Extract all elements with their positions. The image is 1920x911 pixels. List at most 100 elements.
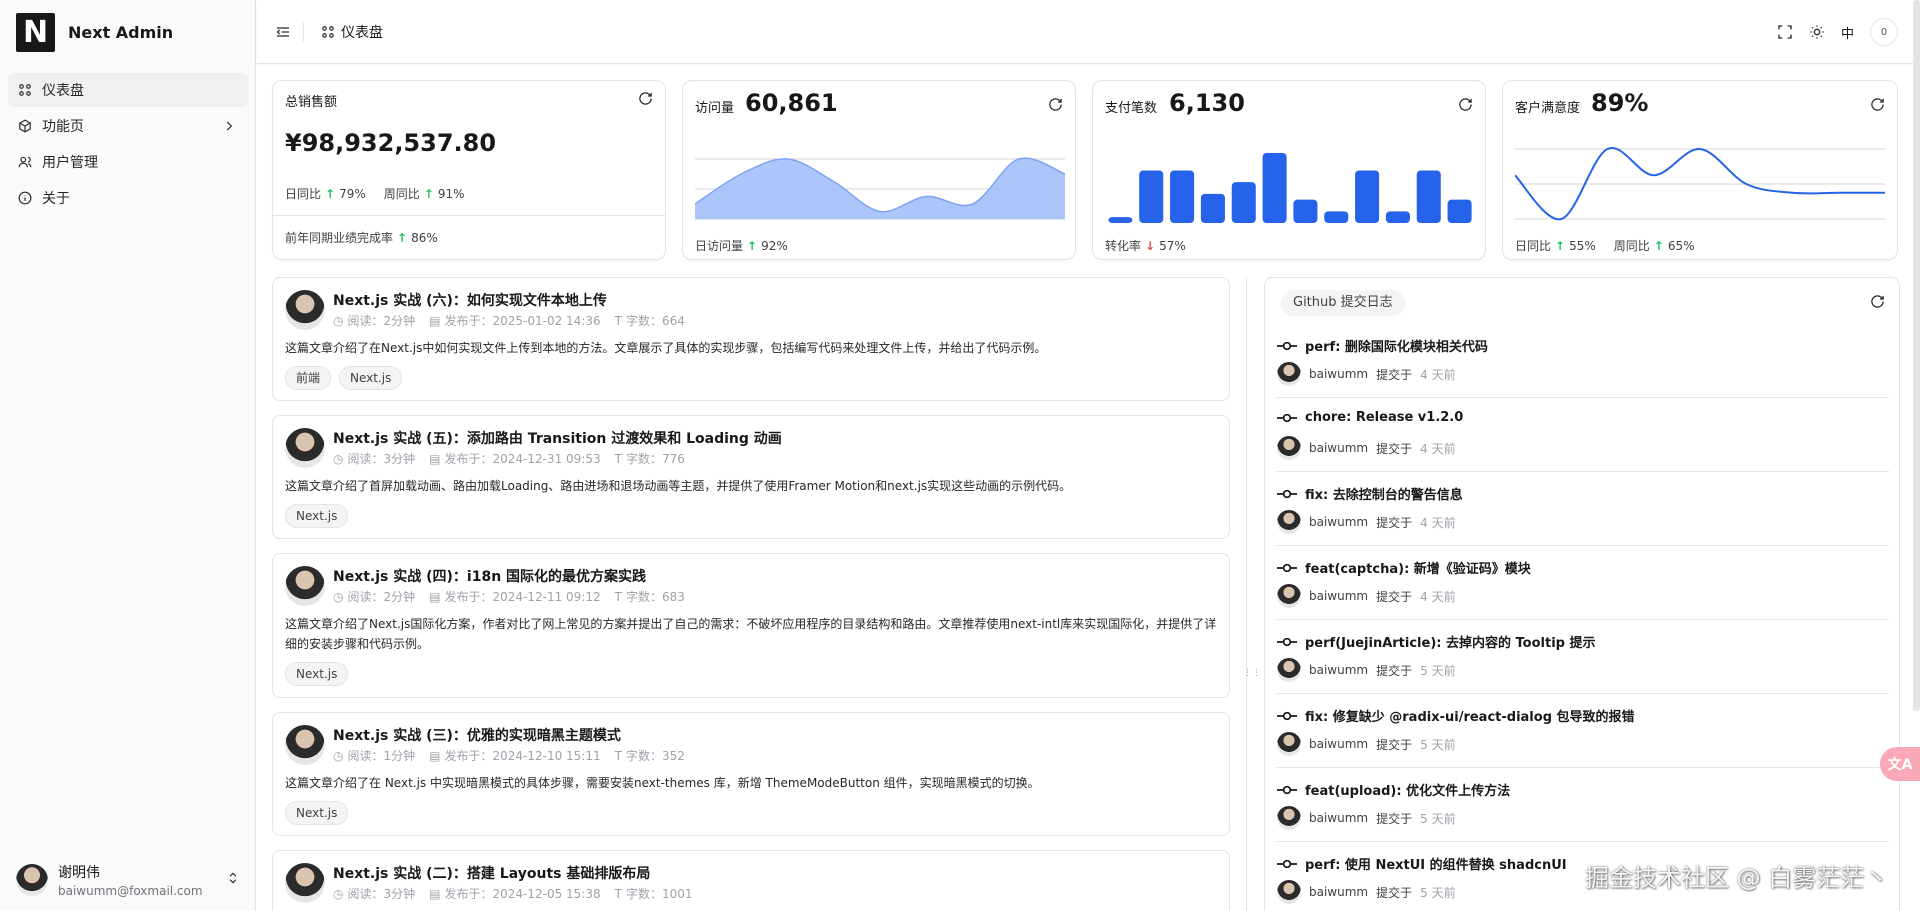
card-compare: 日同比 ↑ 79% 周同比 ↑ 91% bbox=[285, 185, 465, 202]
fullscreen-icon[interactable] bbox=[1777, 24, 1793, 40]
article-card[interactable]: Next.js 实战 (二)：搭建 Layouts 基础排版布局 ◷ 阅读：3分钟… bbox=[272, 850, 1230, 911]
word-count-text: 字数：683 bbox=[625, 590, 685, 604]
tag[interactable]: Next.js bbox=[285, 801, 349, 825]
scrollbar[interactable] bbox=[1913, 0, 1920, 711]
commit-author[interactable]: baiwumm bbox=[1309, 737, 1368, 751]
commit-message[interactable]: fix: 修复缺少 @radix-ui/react-dialog 包导致的报错 bbox=[1305, 706, 1635, 725]
brand[interactable]: N Next Admin bbox=[16, 13, 173, 52]
publish-date: ▤ 发布于：2024-12-05 15:38 bbox=[429, 885, 600, 902]
refresh-icon[interactable] bbox=[1870, 97, 1885, 112]
commit-item[interactable]: perf(JuejinArticle): 去掉内容的 Tooltip 提示 bai… bbox=[1277, 620, 1889, 694]
commit-message-row: fix: 修复缺少 @radix-ui/react-dialog 包导致的报错 bbox=[1277, 706, 1635, 725]
commit-item[interactable]: perf: 删除国际化模块相关代码 baiwumm 提交于 4 天前 bbox=[1277, 324, 1889, 398]
word-count: T 字数：776 bbox=[615, 450, 685, 467]
article-card[interactable]: Next.js 实战 (六)：如何实现文件本地上传 ◷ 阅读：2分钟 ▤ 发布于：2… bbox=[272, 277, 1230, 401]
card-title: 访问量 bbox=[695, 101, 735, 116]
notification-badge[interactable]: 0 bbox=[1870, 18, 1898, 46]
user-menu[interactable]: 谢明伟 baiwumm@foxmail.com bbox=[16, 862, 240, 898]
drag-handle-icon[interactable]: ⋮⋮ bbox=[1243, 666, 1261, 680]
card-total-sales: 总销售额 ¥98,932,537.80 日同比 ↑ 79% 周同比 ↑ 91% … bbox=[272, 80, 666, 260]
arrow-up-icon: ↑ bbox=[325, 186, 336, 201]
info-icon bbox=[18, 191, 32, 205]
day-compare-label: 日同比 bbox=[1515, 239, 1552, 253]
bar bbox=[1170, 170, 1195, 223]
footer-label: 前年同期业绩完成率 bbox=[285, 231, 394, 245]
sidebar-toggle-icon[interactable] bbox=[275, 24, 291, 40]
commit-item[interactable]: feat(captcha): 新增《验证码》模块 baiwumm 提交于 4 天前 bbox=[1277, 546, 1889, 620]
article-description: 这篇文章介绍了在 Next.js 中实现暗黑模式的具体步骤，需要安装next-t… bbox=[285, 776, 1040, 790]
arrow-up-icon: ↑ bbox=[1555, 238, 1566, 253]
commit-author[interactable]: baiwumm bbox=[1309, 589, 1368, 603]
bar bbox=[1447, 199, 1472, 223]
article-title[interactable]: Next.js 实战 (四)：i18n 国际化的最优方案实践 bbox=[333, 566, 646, 586]
refresh-icon[interactable] bbox=[638, 91, 653, 106]
commit-author[interactable]: baiwumm bbox=[1309, 811, 1368, 825]
day-compare-label: 日同比 bbox=[285, 187, 322, 201]
commit-author[interactable]: baiwumm bbox=[1309, 885, 1368, 899]
sidebar-item-users[interactable]: 用户管理 bbox=[8, 145, 248, 179]
commit-author[interactable]: baiwumm bbox=[1309, 441, 1368, 455]
sidebar-item-features[interactable]: 功能页 bbox=[8, 109, 248, 143]
commit-author[interactable]: baiwumm bbox=[1309, 515, 1368, 529]
git-commit-icon bbox=[1277, 489, 1297, 498]
article-card[interactable]: Next.js 实战 (五)：添加路由 Transition 过渡效果和 Loa… bbox=[272, 415, 1230, 539]
article-title[interactable]: Next.js 实战 (五)：添加路由 Transition 过渡效果和 Loa… bbox=[333, 428, 782, 448]
tag[interactable]: Next.js bbox=[285, 504, 349, 528]
refresh-icon[interactable] bbox=[1048, 97, 1063, 112]
avatar bbox=[1277, 436, 1301, 460]
panel-splitter[interactable] bbox=[1246, 277, 1247, 911]
commit-message[interactable]: chore: Release v1.2.0 bbox=[1305, 410, 1463, 425]
refresh-icon[interactable] bbox=[1870, 294, 1885, 309]
read-time: ◷ 阅读：1分钟 bbox=[333, 747, 415, 764]
sidebar-item-label: 仪表盘 bbox=[42, 83, 84, 99]
commit-item[interactable]: chore: Release v1.2.0 baiwumm 提交于 4 天前 bbox=[1277, 398, 1889, 472]
article-title[interactable]: Next.js 实战 (二)：搭建 Layouts 基础排版布局 bbox=[333, 863, 650, 883]
avatar bbox=[1277, 732, 1301, 756]
clock-icon: ◷ bbox=[333, 589, 344, 604]
git-commit-icon bbox=[1277, 637, 1297, 646]
translate-button[interactable]: 文A bbox=[1880, 747, 1920, 781]
word-count: T 字数：664 bbox=[615, 312, 685, 329]
commit-time: 4 天前 bbox=[1420, 515, 1456, 530]
git-commit-icon bbox=[1277, 859, 1297, 868]
commit-time: 5 天前 bbox=[1420, 663, 1456, 678]
tag[interactable]: Next.js bbox=[339, 366, 403, 390]
commit-author[interactable]: baiwumm bbox=[1309, 663, 1368, 677]
commit-message[interactable]: feat(upload): 优化文件上传方法 bbox=[1305, 780, 1510, 799]
refresh-icon[interactable] bbox=[1458, 97, 1473, 112]
avatar bbox=[285, 725, 325, 765]
user-email: baiwumm@foxmail.com bbox=[58, 884, 203, 898]
tag[interactable]: 前端 bbox=[285, 366, 332, 390]
sidebar-item-about[interactable]: 关于 bbox=[8, 181, 248, 215]
git-commit-icon bbox=[1277, 341, 1297, 350]
tag[interactable]: Next.js bbox=[285, 662, 349, 686]
git-commit-icon bbox=[1277, 785, 1297, 794]
clock-icon: ◷ bbox=[333, 748, 344, 763]
language-switch[interactable]: 中 bbox=[1841, 23, 1854, 42]
bar bbox=[1385, 211, 1410, 223]
breadcrumb: 仪表盘 bbox=[321, 22, 383, 42]
card-value: 60,861 bbox=[745, 89, 838, 117]
read-time-text: 阅读：2分钟 bbox=[347, 314, 416, 328]
article-title[interactable]: Next.js 实战 (六)：如何实现文件本地上传 bbox=[333, 290, 607, 310]
article-card[interactable]: Next.js 实战 (三)：优雅的实现暗黑主题模式 ◷ 阅读：1分钟 ▤ 发布于：… bbox=[272, 712, 1230, 836]
commit-message[interactable]: feat(captcha): 新增《验证码》模块 bbox=[1305, 558, 1531, 577]
commit-message[interactable]: perf(JuejinArticle): 去掉内容的 Tooltip 提示 bbox=[1305, 632, 1595, 651]
commit-author[interactable]: baiwumm bbox=[1309, 367, 1368, 381]
article-title[interactable]: Next.js 实战 (三)：优雅的实现暗黑主题模式 bbox=[333, 725, 621, 745]
commit-item[interactable]: fix: 修复缺少 @radix-ui/react-dialog 包导致的报错 b… bbox=[1277, 694, 1889, 768]
sun-icon[interactable] bbox=[1809, 24, 1825, 40]
commit-item[interactable]: feat(upload): 优化文件上传方法 baiwumm 提交于 5 天前 bbox=[1277, 768, 1889, 842]
commit-message[interactable]: perf: 删除国际化模块相关代码 bbox=[1305, 336, 1488, 355]
git-commit-icon bbox=[1277, 563, 1297, 572]
visits-area-chart bbox=[695, 157, 1065, 220]
read-time: ◷ 阅读：2分钟 bbox=[333, 312, 415, 329]
commit-message[interactable]: fix: 去除控制台的警告信息 bbox=[1305, 484, 1463, 503]
users-icon bbox=[18, 156, 32, 168]
commit-message[interactable]: perf: 使用 NextUI 的组件替换 shadcnUI bbox=[1305, 854, 1567, 873]
commit-item[interactable]: fix: 去除控制台的警告信息 baiwumm 提交于 4 天前 bbox=[1277, 472, 1889, 546]
sidebar-item-dashboard[interactable]: 仪表盘 bbox=[8, 73, 248, 107]
sidebar-item-label: 关于 bbox=[42, 191, 70, 207]
read-time-text: 阅读：2分钟 bbox=[347, 590, 416, 604]
article-card[interactable]: Next.js 实战 (四)：i18n 国际化的最优方案实践 ◷ 阅读：2分钟 ▤… bbox=[272, 553, 1230, 698]
